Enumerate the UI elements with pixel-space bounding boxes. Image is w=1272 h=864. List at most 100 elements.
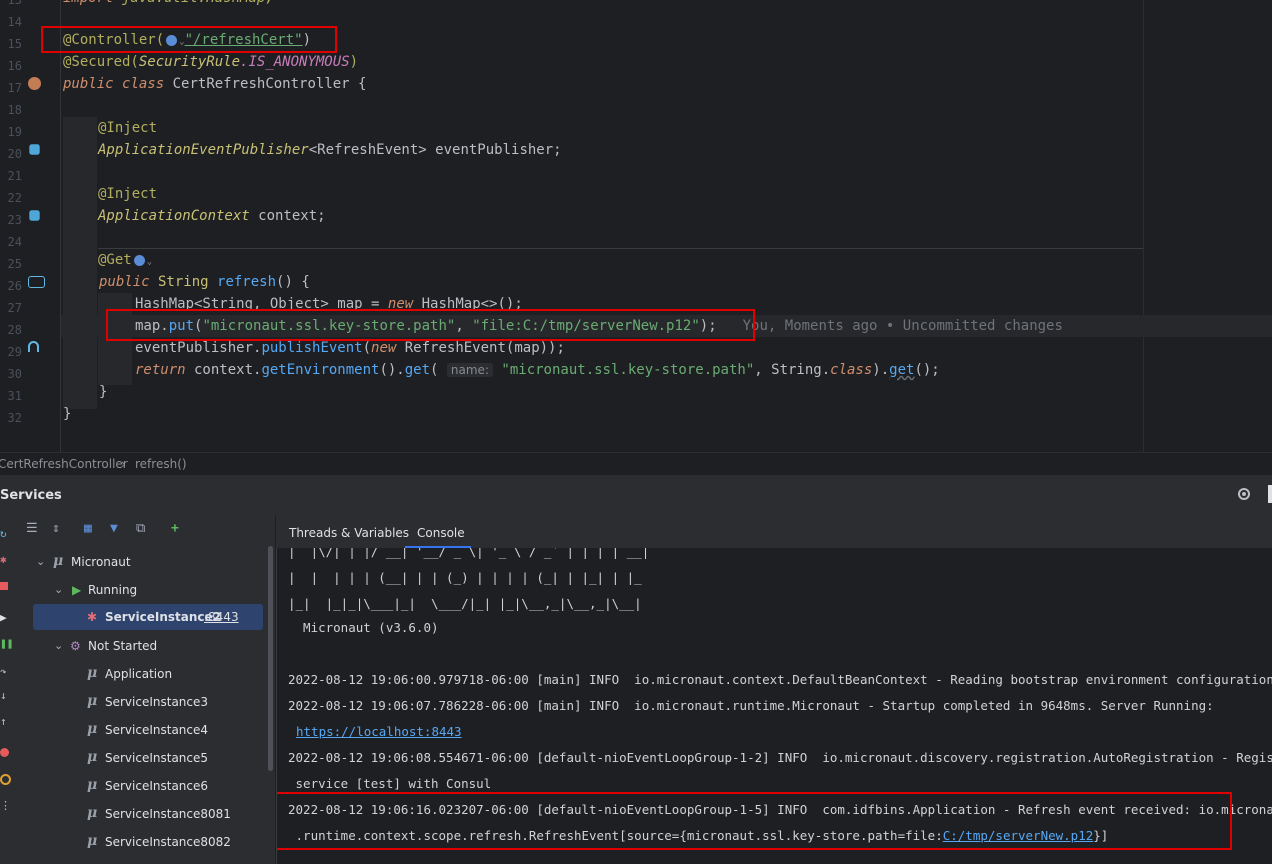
tab-console[interactable]: Console xyxy=(417,526,465,540)
tree-node-instance[interactable]: μ ServiceInstance8082 xyxy=(20,829,265,855)
code-line-31: } xyxy=(63,406,72,422)
micronaut-icon: μ xyxy=(87,665,98,681)
debug-icon[interactable]: ✱ xyxy=(0,554,10,566)
log-link[interactable]: https://localhost:8443 xyxy=(296,724,462,740)
git-blame-annotation[interactable]: You, Moments ago • Uncommitted changes xyxy=(743,318,1063,334)
code-line-16: public class CertRefreshController { xyxy=(63,76,367,92)
chevron-down-icon[interactable]: ⌄ xyxy=(36,555,45,568)
console-output[interactable]: | |\/| | |/ __| '__/ _ \| '_ \ / _` | | … xyxy=(276,548,1272,864)
tree-node-serviceinstance2[interactable]: ✱ ServiceInstance2 :8443 xyxy=(33,604,263,630)
code-line-18: @Inject xyxy=(98,120,158,136)
debug-bug-icon: ✱ xyxy=(87,610,98,624)
services-action-strip: ↻ ✱ ▶ ❚❚ ↷ ↓ ↑ ⋮ xyxy=(0,514,21,864)
inject-bean-icon[interactable] xyxy=(29,144,40,155)
services-header: Services xyxy=(0,474,1272,515)
pause-icon[interactable]: ❚❚ xyxy=(0,638,13,650)
log-line: 2022-08-12 19:06:08.554671-06:00 [defaul… xyxy=(288,750,1272,765)
tree-node-micronaut[interactable]: ⌄ μ Micronaut xyxy=(20,549,265,575)
tree-node-instance[interactable]: μ ServiceInstance5 xyxy=(20,745,265,771)
tab-threads-variables[interactable]: Threads & Variables xyxy=(289,526,409,540)
filter-icon[interactable]: ▼ xyxy=(110,521,118,536)
options-icon[interactable] xyxy=(1268,485,1272,503)
highlight-box-put-line xyxy=(106,309,755,341)
line-number: 21 xyxy=(7,169,22,183)
services-tree-toolbar: ☰ ⇕ ▦ ▼ ⧉ + xyxy=(20,514,275,544)
micronaut-icon: μ xyxy=(87,777,98,793)
port-link[interactable]: :8443 xyxy=(204,610,239,624)
line-number: 32 xyxy=(7,411,22,425)
line-number: 24 xyxy=(7,235,22,249)
resume-icon[interactable]: ▶ xyxy=(0,612,10,624)
collapse-all-icon[interactable]: ⇕ xyxy=(52,521,60,536)
bean-icon[interactable] xyxy=(28,77,41,90)
tree-node-instance[interactable]: μ Application xyxy=(20,661,265,687)
refresh-icon[interactable]: ↻ xyxy=(0,528,10,540)
listener-icon[interactable] xyxy=(28,341,39,352)
micronaut-icon: μ xyxy=(87,833,98,849)
line-number: 28 xyxy=(7,323,22,337)
stop-icon[interactable] xyxy=(0,581,10,593)
tree-node-instance[interactable]: μ ServiceInstance8081 xyxy=(20,801,265,827)
expand-all-icon[interactable]: ☰ xyxy=(26,521,38,536)
tree-node-label: Not Started xyxy=(88,639,158,653)
breadcrumb-method[interactable]: refresh() xyxy=(135,457,187,471)
code-line-21: @Inject xyxy=(98,186,158,202)
step-over-icon[interactable]: ↷ xyxy=(0,666,10,678)
tree-node-instance[interactable]: μ ServiceInstance6 xyxy=(20,773,265,799)
tree-node-label: Running xyxy=(88,583,138,597)
tree-node-label: ServiceInstance3 xyxy=(105,695,209,709)
group-by-icon[interactable]: ▦ xyxy=(84,521,92,536)
line-number: 30 xyxy=(7,367,22,381)
line-number: 29 xyxy=(7,345,22,359)
tree-node-running[interactable]: ⌄ ▶ Running xyxy=(20,577,265,603)
code-line-13: import java.util.HashMap; xyxy=(63,0,274,9)
chevron-down-icon[interactable]: ⌄ xyxy=(54,583,63,596)
add-service-icon[interactable]: + xyxy=(171,521,179,536)
mute-breakpoints-icon[interactable] xyxy=(0,774,11,788)
tree-node-label: ServiceInstance6 xyxy=(105,779,209,793)
version-line: Micronaut (v3.6.0) xyxy=(288,620,439,635)
micronaut-icon: μ xyxy=(87,693,98,709)
run-icon: ▶ xyxy=(72,583,82,597)
code-line-30: } xyxy=(99,384,108,400)
code-line-29: return context.getEnvironment().get( nam… xyxy=(135,362,940,378)
line-number: 17 xyxy=(7,81,22,95)
step-into-icon[interactable]: ↓ xyxy=(0,690,10,702)
code-line-24: @Get ⌄ xyxy=(98,252,153,268)
code-line-25: public String refresh() { xyxy=(99,274,310,290)
right-margin-guide xyxy=(1143,0,1144,452)
new-tab-icon[interactable]: ⧉ xyxy=(136,521,145,536)
banner-line: | | | | | (__| | | (_) | | | | (_| | |_|… xyxy=(288,570,642,585)
tree-node-label: ServiceInstance8081 xyxy=(105,807,231,821)
tree-scrollbar[interactable] xyxy=(268,546,273,771)
line-number: 27 xyxy=(7,301,22,315)
endpoint-icon[interactable] xyxy=(28,276,45,288)
line-number: 13 xyxy=(7,0,22,7)
breadcrumb-class[interactable]: CertRefreshController xyxy=(0,457,128,471)
step-out-icon[interactable]: ↑ xyxy=(0,716,10,728)
banner-line: |_| |_|_|\___|_| \___/|_| |_|\__,_|\__,_… xyxy=(288,596,642,611)
micronaut-icon: μ xyxy=(87,749,98,765)
tree-node-instance[interactable]: μ ServiceInstance3 xyxy=(20,689,265,715)
tree-node-instance[interactable]: μ ServiceInstance4 xyxy=(20,717,265,743)
line-number: 31 xyxy=(7,389,22,403)
globe-icon[interactable] xyxy=(133,254,145,266)
line-number: 18 xyxy=(7,103,22,117)
services-tree: ⌄ μ Micronaut ⌄ ▶ Running ✱ ServiceInsta… xyxy=(20,544,275,864)
breakpoint-icon[interactable] xyxy=(0,748,10,760)
target-icon[interactable] xyxy=(1238,488,1250,500)
tree-node-label: ServiceInstance5 xyxy=(105,751,209,765)
code-editor[interactable]: 13 14 15 16 17 18 19 20 21 22 23 24 25 26 27 28 29 30 31 32… xyxy=(0,0,1272,452)
code-line-15: @Secured(SecurityRule.IS_ANONYMOUS) xyxy=(63,54,359,70)
debug-tabs: Threads & Variables Console xyxy=(276,514,1272,548)
chevron-down-icon[interactable]: ⌄ xyxy=(54,639,63,652)
line-number: 16 xyxy=(7,59,22,73)
inject-bean-icon[interactable] xyxy=(29,210,40,221)
chevron-down-icon[interactable]: ⌄ xyxy=(147,257,152,267)
highlight-box-controller xyxy=(41,26,337,53)
tree-node-label: Micronaut xyxy=(71,555,131,569)
method-separator xyxy=(98,248,1143,249)
micronaut-icon: μ xyxy=(87,805,98,821)
more-icon[interactable]: ⋮ xyxy=(0,800,11,812)
tree-node-not-started[interactable]: ⌄ ⚙ Not Started xyxy=(20,633,265,659)
